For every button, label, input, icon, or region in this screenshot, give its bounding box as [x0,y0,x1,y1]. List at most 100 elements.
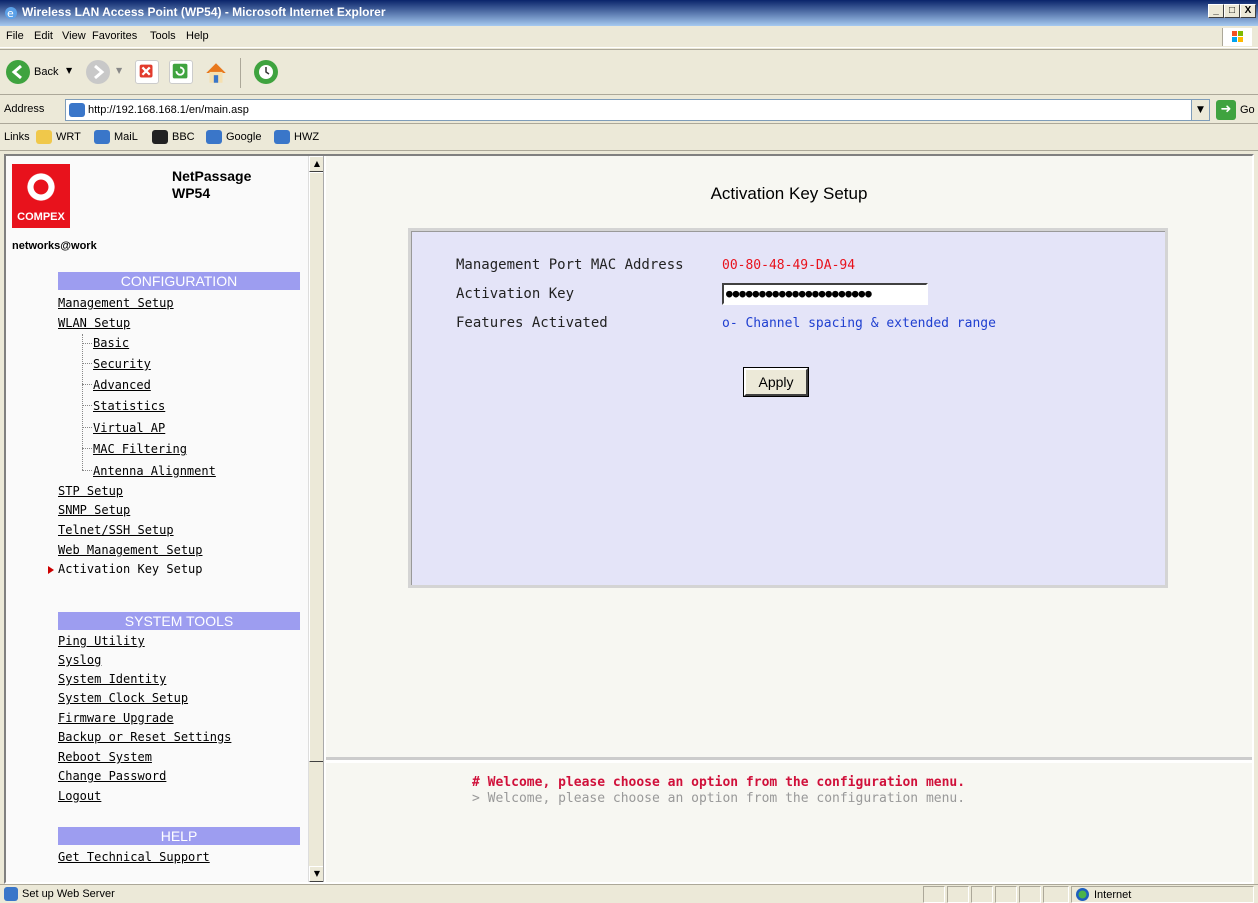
browser-window: e Wireless LAN Access Point (WP54) - Mic… [0,0,1258,903]
toolbar-separator [240,58,241,88]
menu-edit[interactable]: Edit [34,30,53,42]
status-panel [995,886,1017,903]
product-line-1: NetPassage [172,168,252,184]
refresh-button[interactable] [166,56,196,88]
status-panel [923,886,945,903]
activation-key-input[interactable]: ●●●●●●●●●●●●●●●●●●●●●● [722,283,928,305]
stop-button[interactable] [132,56,162,88]
menu-file[interactable]: File [6,30,24,42]
nav-backup-reset[interactable]: Backup or Reset Settings [58,730,231,744]
back-dropdown-icon[interactable]: ▼ [66,66,72,75]
message-current: # Welcome, please choose an option from … [472,775,966,790]
links-label: Links [4,131,30,143]
minimize-button[interactable]: _ [1208,4,1224,18]
menu-bar: File Edit View Favorites Tools Help [0,26,1258,48]
page-content: COMPEX NetPassage WP54 networks@work CON… [4,154,1254,884]
address-input[interactable]: http://192.168.168.1/en/main.asp ▼ [65,99,1210,121]
status-panel [971,886,993,903]
scroll-down-icon[interactable]: ▼ [309,866,323,882]
menu-tools[interactable]: Tools [150,30,176,42]
sidebar-scrollbar[interactable]: ▲ ▼ [308,156,323,882]
back-button[interactable]: Back ▼ [4,56,78,88]
section-help: HELP [58,827,300,845]
tree-branch [82,405,92,406]
current-page-arrow-icon [48,566,54,574]
nav-firmware-upgrade[interactable]: Firmware Upgrade [58,711,174,725]
nav-reboot-system[interactable]: Reboot System [58,750,152,764]
nav-syslog[interactable]: Syslog [58,653,101,667]
go-label: Go [1240,104,1255,116]
nav-change-password[interactable]: Change Password [58,769,166,783]
address-dropdown-icon[interactable]: ▼ [1191,100,1209,120]
message-frame: # Welcome, please choose an option from … [326,763,1252,882]
mac-address-value: 00-80-48-49-DA-94 [722,258,856,273]
nav-telnet-ssh-setup[interactable]: Telnet/SSH Setup [58,523,174,537]
forward-dropdown-icon[interactable]: ▼ [116,66,122,75]
home-button[interactable] [200,56,234,88]
internet-globe-icon [1076,888,1089,901]
tree-branch [82,343,92,344]
tree-branch [82,448,92,449]
nav-security[interactable]: Security [93,357,151,371]
scroll-thumb[interactable] [309,172,323,762]
nav-virtual-ap[interactable]: Virtual AP [93,421,165,435]
scroll-up-icon[interactable]: ▲ [309,156,323,172]
ie-page-icon [274,130,290,144]
nav-advanced[interactable]: Advanced [93,378,151,392]
tree-line [82,334,92,470]
status-bar: Set up Web Server Internet [0,884,1258,903]
nav-management-setup[interactable]: Management Setup [58,296,174,310]
close-button[interactable]: X [1240,4,1256,18]
section-configuration: CONFIGURATION [58,272,300,290]
nav-web-management-setup[interactable]: Web Management Setup [58,543,203,557]
address-label: Address [4,103,45,115]
zone-label: Internet [1094,889,1132,901]
stop-icon [135,60,159,84]
nav-basic[interactable]: Basic [93,336,129,350]
title-bar: e Wireless LAN Access Point (WP54) - Mic… [0,0,1258,26]
nav-system-clock-setup[interactable]: System Clock Setup [58,691,188,705]
forward-arrow-icon [86,60,110,84]
nav-mac-filtering[interactable]: MAC Filtering [93,442,187,456]
back-arrow-icon [6,60,30,84]
bbc-icon [152,130,168,144]
folder-icon [36,130,52,144]
security-zone: Internet [1071,886,1254,903]
apply-button[interactable]: Apply [743,367,809,397]
menu-favorites[interactable]: Favorites [92,30,137,42]
nav-antenna-alignment[interactable]: Antenna Alignment [93,464,216,478]
address-url[interactable]: http://192.168.168.1/en/main.asp [88,104,249,116]
windows-logo-icon [1222,28,1252,46]
window-title: Wireless LAN Access Point (WP54) - Micro… [22,5,386,19]
maximize-button[interactable]: □ [1224,4,1240,18]
status-panel [1043,886,1069,903]
menu-help[interactable]: Help [186,30,209,42]
toolbar: Back ▼ ▼ [0,49,1258,95]
status-panel [1019,886,1041,903]
nav-snmp-setup[interactable]: SNMP Setup [58,503,130,517]
nav-system-identity[interactable]: System Identity [58,672,166,686]
refresh-icon [169,60,193,84]
compex-burst-icon [24,170,58,204]
menu-view[interactable]: View [62,30,86,42]
main-frame: Activation Key Setup Management Port MAC… [326,156,1252,760]
nav-get-technical-support[interactable]: Get Technical Support [58,850,210,864]
nav-logout[interactable]: Logout [58,789,101,803]
go-arrow-icon: ➜ [1216,100,1236,120]
nav-wlan-setup[interactable]: WLAN Setup [58,316,130,330]
tree-branch [82,363,92,364]
forward-button[interactable]: ▼ [86,56,128,88]
message-previous: > Welcome, please choose an option from … [472,791,966,806]
home-icon [203,60,227,84]
nav-ping-utility[interactable]: Ping Utility [58,634,145,648]
page-icon [69,103,85,117]
status-page-icon [4,887,18,901]
nav-activation-key-setup[interactable]: Activation Key Setup [58,562,203,576]
tree-branch [82,470,92,471]
status-text: Set up Web Server [22,888,115,900]
nav-stp-setup[interactable]: STP Setup [58,484,123,498]
ie-icon: e [5,7,17,20]
history-button[interactable] [250,56,284,88]
nav-statistics[interactable]: Statistics [93,399,165,413]
features-value: o- Channel spacing & extended range [722,316,996,331]
